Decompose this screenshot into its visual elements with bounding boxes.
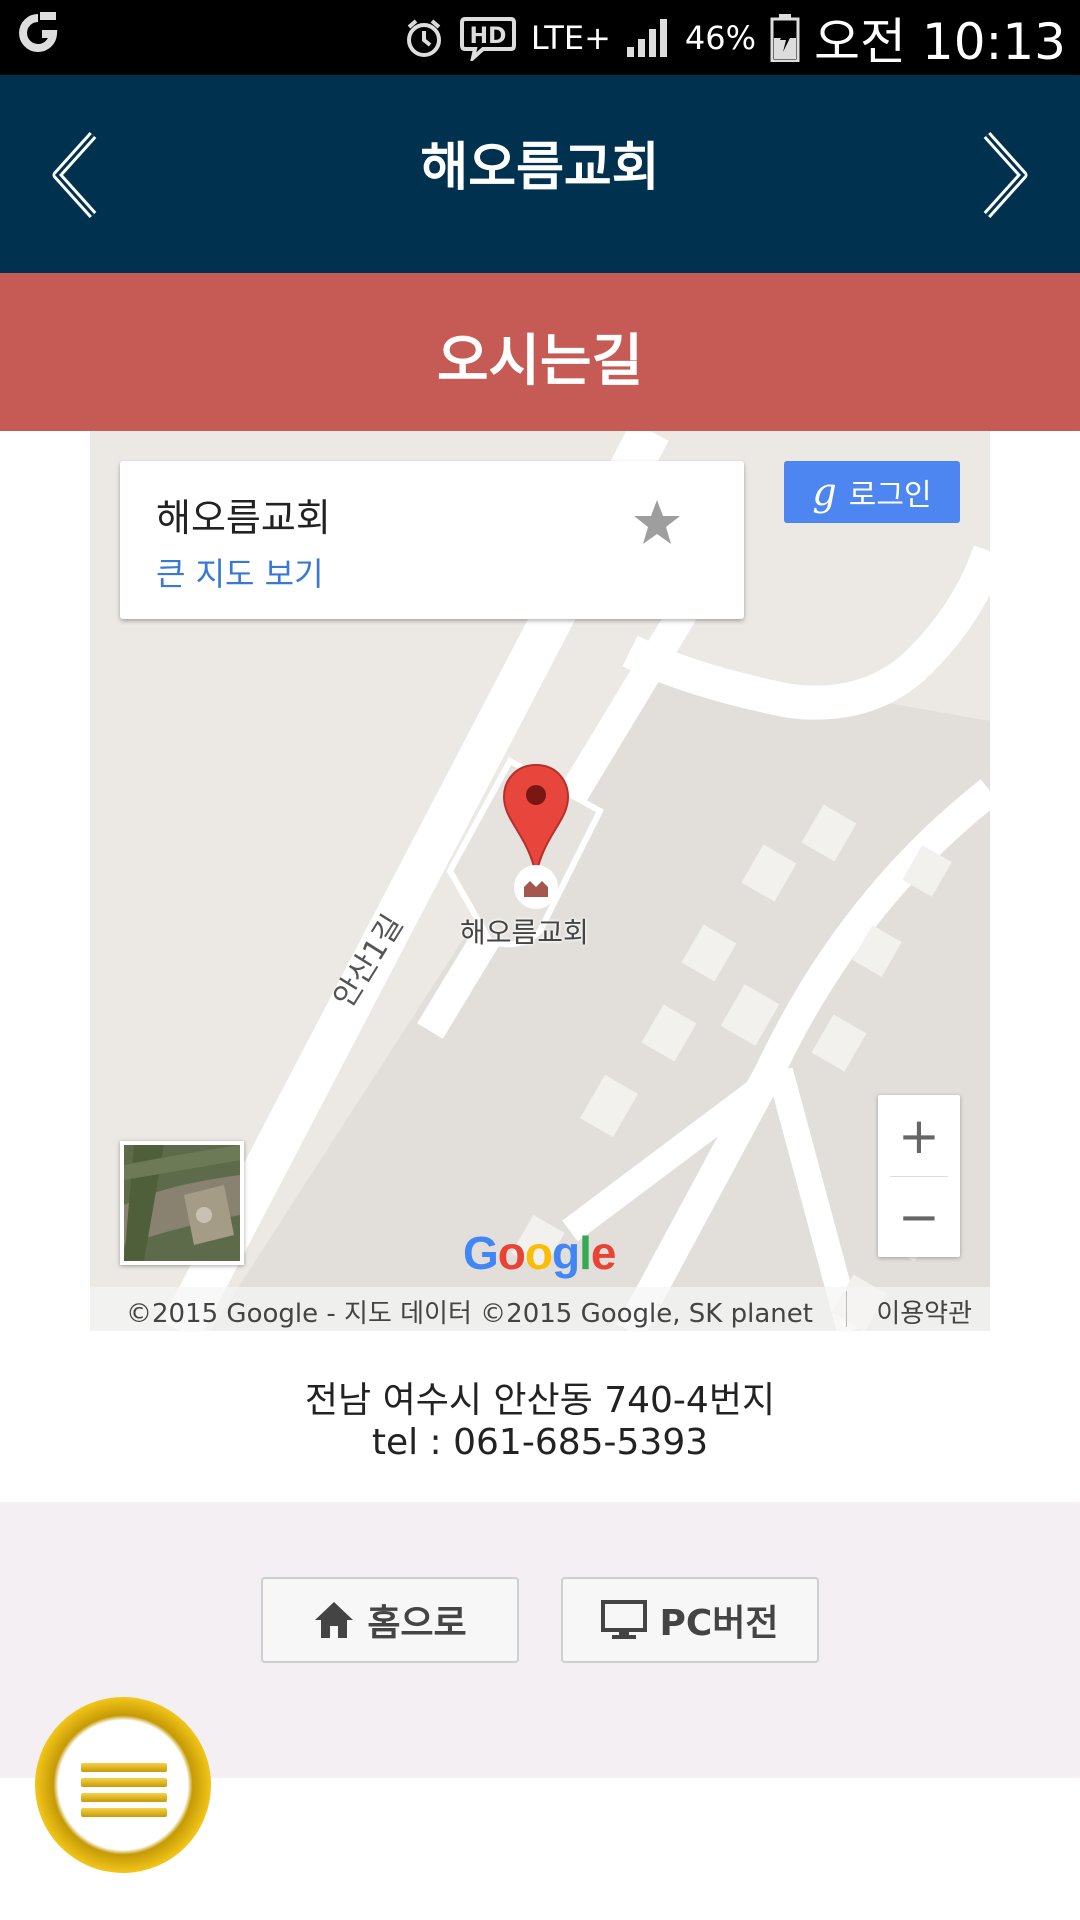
monitor-icon [601, 1600, 648, 1639]
next-button[interactable] [965, 125, 1035, 225]
address-block: 전남 여수시 안산동 740-4번지 tel : 061-685-5393 [0, 1380, 1080, 1464]
google-login-button[interactable]: g 로그인 [784, 461, 960, 523]
network-type: LTE+ [530, 18, 611, 57]
zoom-control: + − [878, 1095, 960, 1257]
svg-text:HD: HD [470, 24, 507, 49]
section-header: 오시는길 [0, 273, 1080, 431]
clock: 오전 10:13 [814, 12, 1066, 71]
zoom-in-button[interactable]: + [878, 1095, 960, 1176]
marker-label: 해오름교회 [460, 916, 589, 949]
star-icon[interactable] [632, 497, 682, 547]
view-large-map-link[interactable]: 큰 지도 보기 [156, 549, 324, 595]
hamburger-menu-icon [81, 1763, 167, 1823]
battery-icon [770, 13, 800, 62]
section-title: 오시는길 [436, 329, 644, 394]
hd-voice-icon: HD [459, 16, 516, 61]
map-attribution: ©2015 Google - 지도 데이터 ©2015 Google, SK p… [126, 1299, 813, 1329]
google-logo: Google [463, 1227, 616, 1279]
carrier-logo-icon [19, 12, 58, 52]
attribution-divider [846, 1291, 847, 1327]
zoom-out-button[interactable]: − [878, 1176, 960, 1257]
signal-icon [626, 18, 667, 57]
address-line: 전남 여수시 안산동 740-4번지 [304, 1380, 776, 1421]
login-label: 로그인 [848, 478, 932, 513]
google-g-icon: g [812, 470, 837, 514]
page-title: 해오름교회 [420, 138, 660, 198]
map-marker-icon[interactable] [500, 763, 572, 913]
map-attribution-bar: ©2015 Google - 지도 데이터 ©2015 Google, SK p… [90, 1287, 990, 1331]
phone-line[interactable]: tel : 061-685-5393 [0, 1422, 1080, 1464]
pc-version-button[interactable]: PC버전 [561, 1577, 819, 1663]
chevron-right-icon [983, 131, 1028, 219]
alarm-icon [406, 18, 441, 57]
place-card: 해오름교회 큰 지도 보기 [120, 461, 744, 619]
home-button[interactable]: 홈으로 [261, 1577, 519, 1663]
home-label: 홈으로 [367, 1603, 467, 1644]
terms-link[interactable]: 이용약관 [876, 1293, 972, 1330]
app-header: 해오름교회 [0, 75, 1080, 273]
pc-version-label: PC버전 [659, 1603, 779, 1644]
home-icon [315, 1602, 354, 1638]
satellite-preview-image [124, 1145, 240, 1261]
place-name: 해오름교회 [156, 496, 331, 540]
floating-menu-button[interactable] [35, 1697, 211, 1873]
embedded-map[interactable]: 안산1길 해오름교회 해오름교회 큰 지도 보기 g 로그인 + − Googl… [90, 431, 990, 1331]
satellite-toggle[interactable] [120, 1141, 244, 1265]
battery-percent: 46% [684, 18, 756, 57]
status-bar: HD LTE+ 46% 오전 10:13 [0, 0, 1080, 75]
